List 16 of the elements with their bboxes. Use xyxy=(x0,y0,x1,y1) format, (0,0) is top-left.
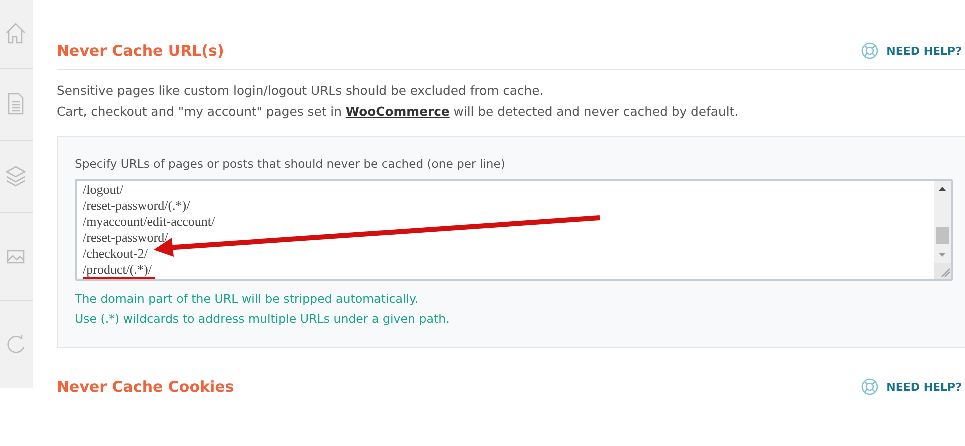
url-textarea[interactable]: /logout/ /reset-password/(.*)/ /myaccount/edit-account/ /reset-password/ /checkout-2/ /product/(.*)/ xyxy=(75,179,953,281)
section-title: Never Cache URL(s) xyxy=(57,42,224,60)
section-title: Never Cache Cookies xyxy=(57,378,234,396)
description-text: Cart, checkout and "my account" pages set in WooCommerce will be detected and never cached by default. xyxy=(57,103,740,121)
home-icon xyxy=(6,22,26,46)
lifebuoy-icon xyxy=(860,42,879,60)
lifebuoy-icon xyxy=(860,378,879,396)
help-link[interactable]: NEED HELP? xyxy=(860,378,965,396)
underline-mark xyxy=(83,277,155,280)
hint-text: The domain part of the URL will be stripped automatically. xyxy=(75,291,420,308)
description-text: Sensitive pages like custom login/logout URLs should be excluded from cache. xyxy=(57,82,545,100)
layers-icon xyxy=(6,164,26,189)
field-label: Specify URLs of pages or posts that should never be cached (one per line) xyxy=(75,157,506,171)
help-link[interactable]: NEED HELP? xyxy=(860,42,965,60)
document-icon xyxy=(6,92,26,116)
hint-text: Use (.*) wildcards to address multiple URLs under a given path. xyxy=(75,311,451,328)
